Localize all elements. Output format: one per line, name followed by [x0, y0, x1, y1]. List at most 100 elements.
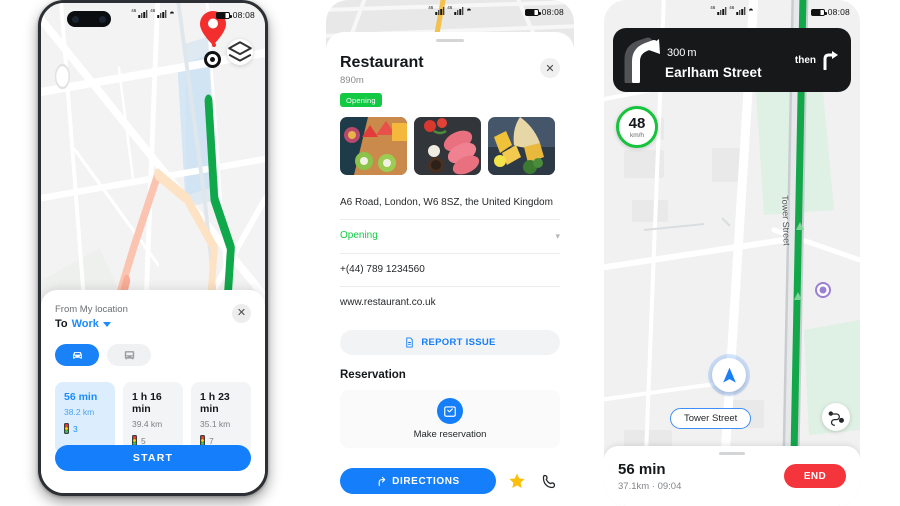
website-row[interactable]: www.restaurant.co.uk: [340, 287, 560, 320]
directions-label: DIRECTIONS: [392, 475, 460, 487]
signal-bars-1-icon: [435, 6, 445, 15]
map-layers-button[interactable]: [227, 39, 253, 65]
eta-detail: 37.1km · 09:04: [618, 480, 682, 492]
navigation-banner: 300 m Earlham Street then: [613, 28, 851, 92]
signal-label-1: 46: [428, 5, 434, 10]
traffic-light-icon: [64, 423, 69, 434]
battery-icon: [810, 8, 827, 16]
status-right: 08:08: [810, 7, 850, 17]
sheet-drag-handle[interactable]: [436, 39, 464, 42]
star-icon: [509, 473, 525, 489]
poi-dot-icon: [212, 43, 216, 47]
maneuver-distance-value: 300: [667, 47, 686, 59]
route-duration: 1 h 16 min: [132, 391, 162, 415]
signal-label-1: 46: [131, 8, 137, 13]
signal-label-1: 46: [710, 5, 716, 10]
phone-3-slot: Tower Street 46 46 ◓ 08:08 300 m Earlham…: [600, 0, 900, 506]
make-reservation-label: Make reservation: [413, 428, 487, 440]
page-title: Restaurant: [340, 54, 424, 71]
route-option-1[interactable]: 56 min 38.2 km 3: [55, 382, 115, 454]
to-destination[interactable]: Work: [72, 318, 99, 330]
phone-icon: [542, 474, 555, 488]
phone-3-turn-by-turn: Tower Street 46 46 ◓ 08:08 300 m Earlham…: [604, 0, 860, 506]
make-reservation-card[interactable]: Make reservation: [340, 389, 560, 448]
hours-row[interactable]: Opening ▾: [340, 220, 560, 254]
status-clock: 08:08: [232, 10, 255, 20]
directions-button[interactable]: DIRECTIONS: [340, 468, 496, 494]
travel-mode-transit[interactable]: [107, 344, 151, 366]
phone-3-screen: Tower Street 46 46 ◓ 08:08 300 m Earlham…: [604, 0, 860, 506]
chevron-down-icon[interactable]: ▾: [555, 230, 560, 243]
travel-mode-car[interactable]: [55, 344, 99, 366]
route-option-3[interactable]: 1 h 23 min 35.1 km 7: [191, 382, 251, 454]
bus-icon: [124, 350, 134, 359]
to-row[interactable]: To Work: [55, 318, 251, 330]
end-navigation-button[interactable]: END: [784, 464, 846, 488]
place-info-rows: A6 Road, London, W6 8SZ, the United King…: [340, 187, 560, 320]
report-issue-button[interactable]: REPORT ISSUE: [340, 329, 560, 355]
calendar-check-icon: [437, 397, 463, 424]
route-options-list: 56 min 38.2 km 3 1 h 16 min 39.4 km 5 1 …: [55, 382, 251, 454]
status-signals: 46 46 ◓: [131, 8, 175, 18]
traffic-light-count: 5: [141, 435, 146, 446]
signal-label-2: 46: [150, 8, 156, 13]
status-clock: 08:08: [541, 7, 564, 17]
signal-bars-2-icon: [157, 9, 167, 18]
place-photo-gallery[interactable]: [340, 116, 560, 175]
place-distance: 890m: [340, 75, 364, 86]
place-photo-2[interactable]: [414, 116, 481, 175]
route-overview-icon: [828, 410, 844, 426]
car-icon: [72, 351, 82, 359]
place-photo-1[interactable]: [340, 116, 407, 175]
battery-icon: [215, 11, 232, 19]
eta-duration: 56 min: [618, 460, 666, 478]
current-street-pill: Tower Street: [670, 408, 752, 429]
chevron-down-icon[interactable]: [102, 321, 111, 327]
status-signals: 46 46 ◓: [710, 5, 754, 15]
route-overview-button[interactable]: [822, 403, 850, 431]
call-button[interactable]: [538, 473, 560, 490]
phone-3-status-bar: 46 46 ◓ 08:08: [604, 0, 860, 24]
signal-bars-1-icon: [138, 9, 148, 18]
favorite-button[interactable]: [506, 472, 528, 490]
close-icon[interactable]: ✕: [540, 58, 560, 78]
route-option-2[interactable]: 1 h 16 min 39.4 km 5: [123, 382, 183, 454]
maneuver-distance-unit: m: [687, 47, 697, 59]
place-action-bar: DIRECTIONS: [340, 468, 560, 494]
status-right: 08:08: [524, 7, 564, 17]
route-duration: 1 h 23 min: [200, 391, 230, 415]
footer-drag-handle[interactable]: [719, 452, 745, 455]
then-label: then: [794, 54, 816, 66]
traffic-light-count: 7: [209, 435, 214, 446]
layers-icon: [228, 41, 252, 62]
map-street-label: Tower Street: [780, 195, 792, 246]
start-navigation-button[interactable]: START: [55, 445, 251, 471]
phone-2-slot: 46 46 ◓ 08:08 Restaurant 890m Opening ✕ …: [300, 0, 600, 506]
place-details-sheet: Restaurant 890m Opening ✕ A6 Road, Londo…: [326, 32, 574, 506]
phone-1-slot: 46 46 ◓ 08:08 From My location To Work ✕…: [0, 0, 300, 506]
navigation-footer: 56 min 37.1km · 09:04 END: [604, 446, 860, 506]
wifi-icon: ◓: [748, 5, 754, 15]
route-distance: 39.4 km: [132, 419, 163, 429]
route-planner-sheet: From My location To Work ✕ 56 min 38.2 k…: [41, 290, 265, 493]
directions-arrow-icon: [378, 476, 386, 486]
eta-block: 56 min 37.1km · 09:04: [618, 461, 681, 492]
maneuver-street: Earlham Street: [665, 65, 762, 80]
address-row[interactable]: A6 Road, London, W6 8SZ, the United King…: [340, 187, 560, 220]
phone-1-route-planner: 46 46 ◓ 08:08 From My location To Work ✕…: [38, 0, 268, 496]
signal-label-2: 46: [729, 5, 735, 10]
signal-bars-1-icon: [717, 6, 727, 15]
turn-right-icon: [823, 51, 838, 70]
phone-row[interactable]: +(44) 789 1234560: [340, 254, 560, 287]
from-label: From My location: [55, 304, 128, 315]
turn-slight-right-icon: [624, 37, 660, 83]
maneuver-distance: 300 m: [665, 40, 795, 60]
status-signals: 46 46 ◓: [428, 5, 472, 15]
route-distance: 38.2 km: [64, 407, 95, 417]
wifi-icon: ◓: [466, 5, 472, 15]
phone-2-status-bar: 46 46 ◓ 08:08: [326, 0, 574, 24]
phone-2-place-details: 46 46 ◓ 08:08 Restaurant 890m Opening ✕ …: [326, 0, 574, 506]
route-traffic-lights: 3: [64, 423, 107, 434]
place-photo-3[interactable]: [488, 116, 555, 175]
close-icon[interactable]: ✕: [232, 304, 251, 323]
